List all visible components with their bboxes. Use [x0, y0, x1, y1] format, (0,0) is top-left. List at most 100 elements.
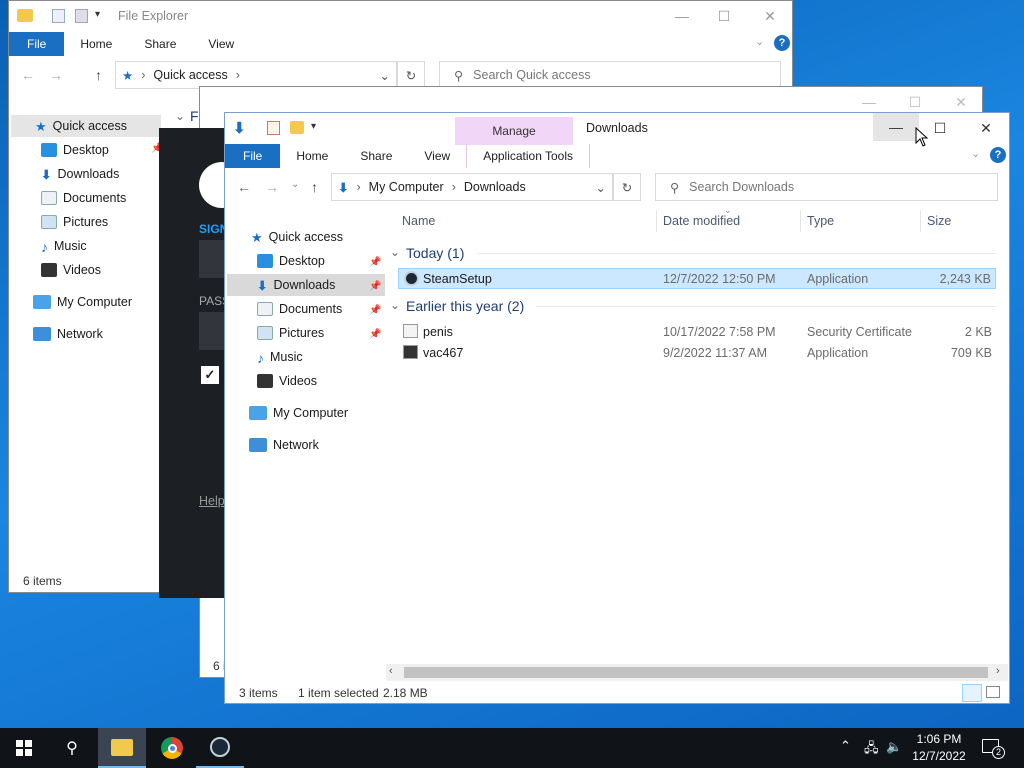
- window-title: Downloads: [586, 121, 648, 135]
- chevron-down-icon[interactable]: ⌄: [390, 245, 400, 259]
- help-link[interactable]: Help: [199, 494, 225, 508]
- help-icon[interactable]: ?: [774, 35, 790, 51]
- scrollbar-thumb[interactable]: [404, 667, 988, 678]
- up-arrow-icon[interactable]: ↑: [311, 179, 318, 195]
- chevron-down-icon[interactable]: ▾: [95, 9, 100, 20]
- tab-file[interactable]: File: [9, 32, 65, 56]
- sidebar-item-network[interactable]: Network: [33, 323, 103, 345]
- search-input[interactable]: ⚲ Search Downloads: [655, 173, 998, 201]
- sidebar-item-quick-access[interactable]: ★ Quick access: [251, 226, 343, 248]
- column-header-date[interactable]: Date modified: [663, 214, 740, 228]
- chevron-down-icon[interactable]: ⌄: [380, 68, 390, 83]
- new-folder-icon[interactable]: [75, 9, 88, 23]
- group-header-today[interactable]: Today (1): [406, 245, 464, 261]
- tab-application-tools[interactable]: Application Tools: [466, 144, 591, 168]
- column-divider: [800, 210, 801, 232]
- download-icon: ⬇: [257, 279, 268, 293]
- column-header-type[interactable]: Type: [807, 214, 834, 228]
- chevron-down-icon[interactable]: ⌄: [390, 298, 400, 312]
- sidebar-item-desktop[interactable]: Desktop: [41, 139, 109, 161]
- taskbar-clock[interactable]: 1:06 PM 12/7/2022: [908, 731, 970, 765]
- breadcrumb-quick-access[interactable]: Quick access: [153, 68, 227, 82]
- taskbar-steam[interactable]: [196, 728, 244, 768]
- properties-icon[interactable]: [52, 9, 65, 23]
- address-bar[interactable]: ⬇ › My Computer › Downloads ⌄: [331, 173, 613, 201]
- sidebar-item-quick-access[interactable]: ★ Quick access: [35, 115, 127, 137]
- sidebar-item-downloads[interactable]: ⬇ Downloads: [41, 163, 119, 185]
- sidebar-item-documents[interactable]: Documents: [257, 298, 342, 320]
- chevron-down-icon[interactable]: ▾: [311, 121, 316, 132]
- new-folder-icon[interactable]: [290, 121, 304, 134]
- minimize-button[interactable]: —: [873, 113, 919, 141]
- ribbon-expand-icon[interactable]: ⌄: [971, 147, 980, 160]
- tab-share[interactable]: Share: [128, 32, 192, 56]
- ribbon-expand-icon[interactable]: ⌄: [755, 35, 764, 48]
- scroll-left-icon[interactable]: ‹: [389, 665, 393, 677]
- sidebar-item-videos[interactable]: Videos: [41, 259, 101, 281]
- file-row[interactable]: penis 10/17/2022 7:58 PM Security Certif…: [398, 321, 996, 342]
- tab-view[interactable]: View: [408, 144, 466, 168]
- details-view-button[interactable]: [962, 684, 982, 702]
- show-hidden-icons-icon[interactable]: ⌃: [840, 738, 851, 754]
- scroll-right-icon[interactable]: ›: [996, 665, 1000, 677]
- notification-center-button[interactable]: 2: [982, 737, 1006, 759]
- manage-context-tab[interactable]: Manage: [455, 117, 573, 145]
- minimize-button[interactable]: —: [659, 1, 705, 31]
- column-header-size[interactable]: Size: [927, 214, 951, 228]
- folder-icon: [111, 738, 133, 756]
- close-button[interactable]: ✕: [963, 113, 1009, 143]
- breadcrumb-downloads[interactable]: Downloads: [464, 180, 526, 194]
- properties-icon[interactable]: [267, 121, 280, 135]
- volume-icon[interactable]: 🔈: [886, 739, 902, 755]
- group-header-earlier[interactable]: Earlier this year (2): [406, 298, 524, 314]
- sidebar-item-my-computer[interactable]: My Computer: [33, 291, 132, 313]
- column-header-name[interactable]: Name: [402, 214, 435, 228]
- sidebar-item-desktop[interactable]: Desktop: [257, 250, 325, 272]
- tab-home[interactable]: Home: [280, 144, 344, 168]
- chevron-down-icon[interactable]: ⌄: [596, 180, 606, 195]
- sidebar-item-music[interactable]: ♪ Music: [41, 235, 87, 257]
- tab-home[interactable]: Home: [64, 32, 128, 56]
- back-arrow-icon[interactable]: ←: [237, 179, 251, 195]
- sidebar-item-videos[interactable]: Videos: [257, 370, 317, 392]
- address-bar[interactable]: ★ › Quick access › ⌄: [115, 61, 397, 89]
- refresh-button[interactable]: ↻: [397, 61, 425, 89]
- sidebar-item-music[interactable]: ♪ Music: [257, 346, 303, 368]
- sidebar-item-my-computer[interactable]: My Computer: [249, 402, 348, 424]
- sidebar-item-network[interactable]: Network: [249, 434, 319, 456]
- search-icon: ⚲: [66, 740, 78, 757]
- refresh-button[interactable]: ↻: [613, 173, 641, 201]
- file-row-selected[interactable]: SteamSetup 12/7/2022 12:50 PM Applicatio…: [398, 268, 996, 289]
- start-button[interactable]: [0, 728, 48, 768]
- back-arrow-icon[interactable]: ←: [21, 67, 35, 83]
- taskbar-chrome[interactable]: [148, 728, 196, 768]
- pictures-icon: [257, 326, 273, 340]
- sidebar-item-documents[interactable]: Documents: [41, 187, 126, 209]
- forward-arrow-icon[interactable]: →: [265, 179, 279, 195]
- taskbar-file-explorer[interactable]: [98, 728, 146, 768]
- sidebar-item-pictures[interactable]: Pictures: [41, 211, 108, 233]
- close-button[interactable]: ✕: [747, 1, 792, 31]
- forward-arrow-icon[interactable]: →: [49, 67, 63, 83]
- tab-share[interactable]: Share: [344, 144, 408, 168]
- network-icon: [249, 438, 267, 452]
- tab-view[interactable]: View: [192, 32, 250, 56]
- remember-me-checkbox[interactable]: ✓: [201, 366, 219, 384]
- horizontal-scrollbar[interactable]: ‹ ›: [386, 664, 1008, 681]
- breadcrumb-my-computer[interactable]: My Computer: [369, 180, 444, 194]
- recent-locations-icon[interactable]: ⌄: [291, 179, 299, 190]
- status-item-count: 6 items: [23, 574, 62, 588]
- sidebar-item-pictures[interactable]: Pictures: [257, 322, 324, 344]
- large-icons-view-button[interactable]: [986, 686, 1000, 698]
- up-arrow-icon[interactable]: ↑: [95, 67, 102, 83]
- help-icon[interactable]: ?: [990, 147, 1006, 163]
- file-row[interactable]: vac467 9/2/2022 11:37 AM Application 709…: [398, 342, 996, 363]
- network-status-icon[interactable]: 🖧: [864, 739, 879, 761]
- tab-file[interactable]: File: [225, 144, 281, 168]
- sidebar-item-downloads[interactable]: ⬇ Downloads: [257, 274, 335, 296]
- search-icon: ⚲: [670, 180, 680, 195]
- search-input[interactable]: ⚲ Search Quick access: [439, 61, 781, 89]
- maximize-button[interactable]: ☐: [701, 1, 747, 31]
- back-title-bar[interactable]: ▾ File Explorer — ☐ ✕: [9, 1, 792, 33]
- search-button[interactable]: ⚲: [48, 728, 96, 768]
